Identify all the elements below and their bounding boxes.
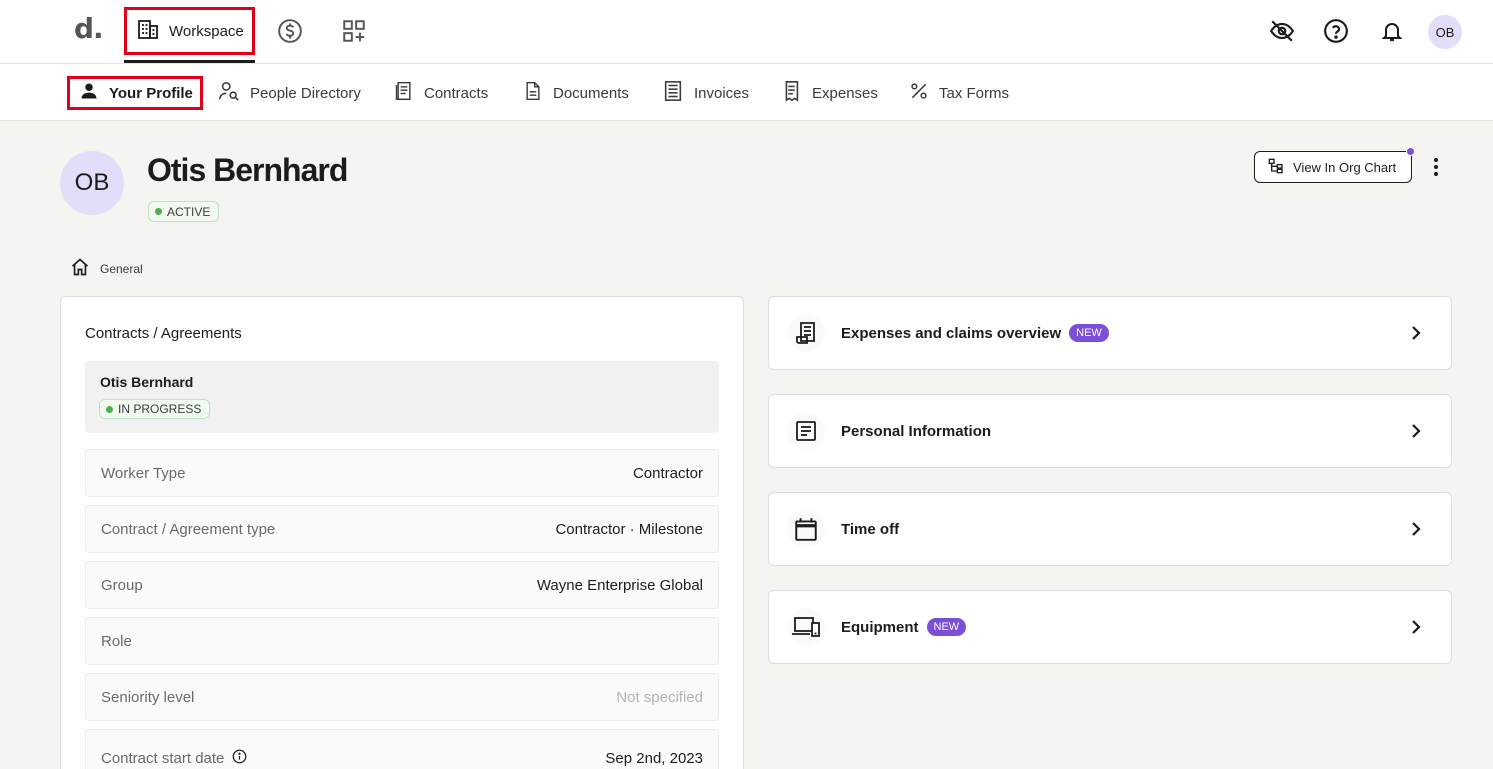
status-label: ACTIVE	[167, 204, 211, 219]
contract-name: Otis Bernhard	[100, 374, 194, 390]
detail-label: Worker Type	[101, 464, 186, 482]
equipment-card[interactable]: Equipment NEW	[768, 590, 1452, 664]
more-options-icon[interactable]	[1425, 155, 1447, 179]
subnav-label: Contracts	[424, 84, 489, 102]
logo[interactable]: d.	[74, 12, 104, 45]
card-label: Personal Information	[841, 422, 992, 440]
card-label-wrap: Time off	[841, 521, 899, 538]
detail-value: Wayne Enterprise Global	[536, 576, 703, 594]
detail-row-contract-type: Contract / Agreement type Contractor · M…	[85, 505, 719, 553]
bell-icon[interactable]	[1378, 17, 1406, 45]
contract-summary[interactable]: Otis Bernhard IN PROGRESS	[85, 361, 719, 433]
detail-label: Contract / Agreement type	[101, 520, 276, 538]
contract-status-badge: IN PROGRESS	[99, 399, 211, 419]
subnav-expenses[interactable]: Expenses	[780, 76, 878, 110]
building-icon	[136, 17, 160, 45]
status-dot	[155, 208, 162, 215]
card-label: Time off	[841, 520, 900, 538]
chevron-right-icon	[1409, 620, 1423, 634]
view-org-chart-button[interactable]: View In Org Chart	[1254, 151, 1412, 183]
person-icon	[79, 81, 99, 105]
profile-avatar: OB	[60, 151, 124, 215]
subnav-invoices[interactable]: Invoices	[662, 76, 749, 110]
detail-value: Contractor · Milestone	[555, 520, 703, 538]
percent-icon	[909, 81, 929, 105]
detail-row-role: Role	[85, 617, 719, 665]
new-badge: NEW	[1069, 324, 1109, 342]
card-label-wrap: Personal Information	[841, 423, 991, 440]
detail-value: Sep 2nd, 2023	[605, 749, 703, 767]
receipt-icon	[787, 314, 825, 352]
card-label: Equipment	[841, 618, 919, 636]
subnav-documents[interactable]: Documents	[523, 76, 629, 110]
expenses-overview-card[interactable]: Expenses and claims overview NEW	[768, 296, 1452, 370]
org-chart-label: View In Org Chart	[1293, 159, 1397, 175]
help-icon[interactable]	[1322, 17, 1350, 45]
info-icon[interactable]	[232, 749, 247, 768]
detail-label: Group	[101, 576, 143, 594]
user-avatar[interactable]: OB	[1428, 15, 1462, 49]
breadcrumb-label[interactable]: General	[100, 262, 143, 276]
detail-label: Role	[101, 632, 132, 650]
contracts-icon	[394, 80, 414, 106]
eye-off-icon[interactable]	[1268, 17, 1296, 45]
dollar-circle-icon[interactable]	[276, 17, 304, 45]
detail-label: Contract start date	[101, 749, 225, 767]
personal-information-card[interactable]: Personal Information	[768, 394, 1452, 468]
subnav-tax-forms[interactable]: Tax Forms	[909, 76, 1009, 110]
subnav-your-profile[interactable]: Your Profile	[67, 76, 203, 110]
sub-navigation: Your Profile People Directory Contracts …	[0, 64, 1493, 121]
detail-value: Not specified	[616, 688, 703, 706]
new-badge: NEW	[926, 618, 967, 636]
notification-dot	[1406, 147, 1415, 156]
expense-icon	[780, 80, 802, 106]
workspace-label: Workspace	[169, 22, 244, 40]
card-label: Expenses and claims overview	[841, 324, 1062, 342]
subnav-people-directory[interactable]: People Directory	[218, 76, 361, 110]
calendar-icon	[787, 510, 825, 548]
contracts-title: Contracts / Agreements	[85, 325, 242, 342]
devices-icon	[787, 608, 825, 646]
detail-row-worker-type: Worker Type Contractor	[85, 449, 719, 497]
chevron-right-icon	[1409, 424, 1423, 438]
top-bar: d. Workspace OB	[0, 0, 1493, 64]
detail-row-group: Group Wayne Enterprise Global	[85, 561, 719, 609]
time-off-card[interactable]: Time off	[768, 492, 1452, 566]
invoice-icon	[662, 80, 684, 106]
contracts-card: Contracts / Agreements Otis Bernhard IN …	[60, 296, 744, 769]
card-label-wrap: Equipment NEW	[841, 618, 967, 636]
detail-label: Seniority level	[101, 688, 195, 706]
profile-name: Otis Bernhard	[147, 152, 348, 188]
breadcrumb: General	[70, 257, 143, 280]
person-search-icon	[218, 80, 240, 106]
apps-add-icon[interactable]	[340, 17, 368, 45]
chevron-right-icon	[1409, 522, 1423, 536]
subnav-label: Your Profile	[109, 84, 193, 102]
detail-row-seniority: Seniority level Not specified	[85, 673, 719, 721]
article-icon	[787, 412, 825, 450]
contract-status-label: IN PROGRESS	[118, 402, 202, 416]
status-dot	[106, 405, 113, 413]
subnav-label: Tax Forms	[939, 84, 1010, 102]
subnav-label: People Directory	[250, 84, 361, 102]
org-chart-icon	[1268, 158, 1284, 177]
workspace-tab[interactable]: Workspace	[124, 7, 255, 55]
detail-row-start-date: Contract start date Sep 2nd, 2023	[85, 729, 719, 769]
subnav-label: Expenses	[812, 84, 878, 102]
subnav-label: Documents	[553, 84, 629, 102]
card-label-wrap: Expenses and claims overview NEW	[841, 324, 1109, 342]
subnav-contracts[interactable]: Contracts	[394, 76, 488, 110]
detail-value: Contractor	[632, 464, 703, 482]
workspace-tab-underline	[124, 60, 255, 63]
subnav-label: Invoices	[694, 84, 750, 102]
status-badge: ACTIVE	[148, 201, 220, 222]
chevron-right-icon	[1409, 326, 1423, 340]
document-icon	[523, 80, 543, 106]
detail-label-wrap: Contract start date	[101, 749, 247, 768]
home-icon[interactable]	[70, 257, 90, 280]
